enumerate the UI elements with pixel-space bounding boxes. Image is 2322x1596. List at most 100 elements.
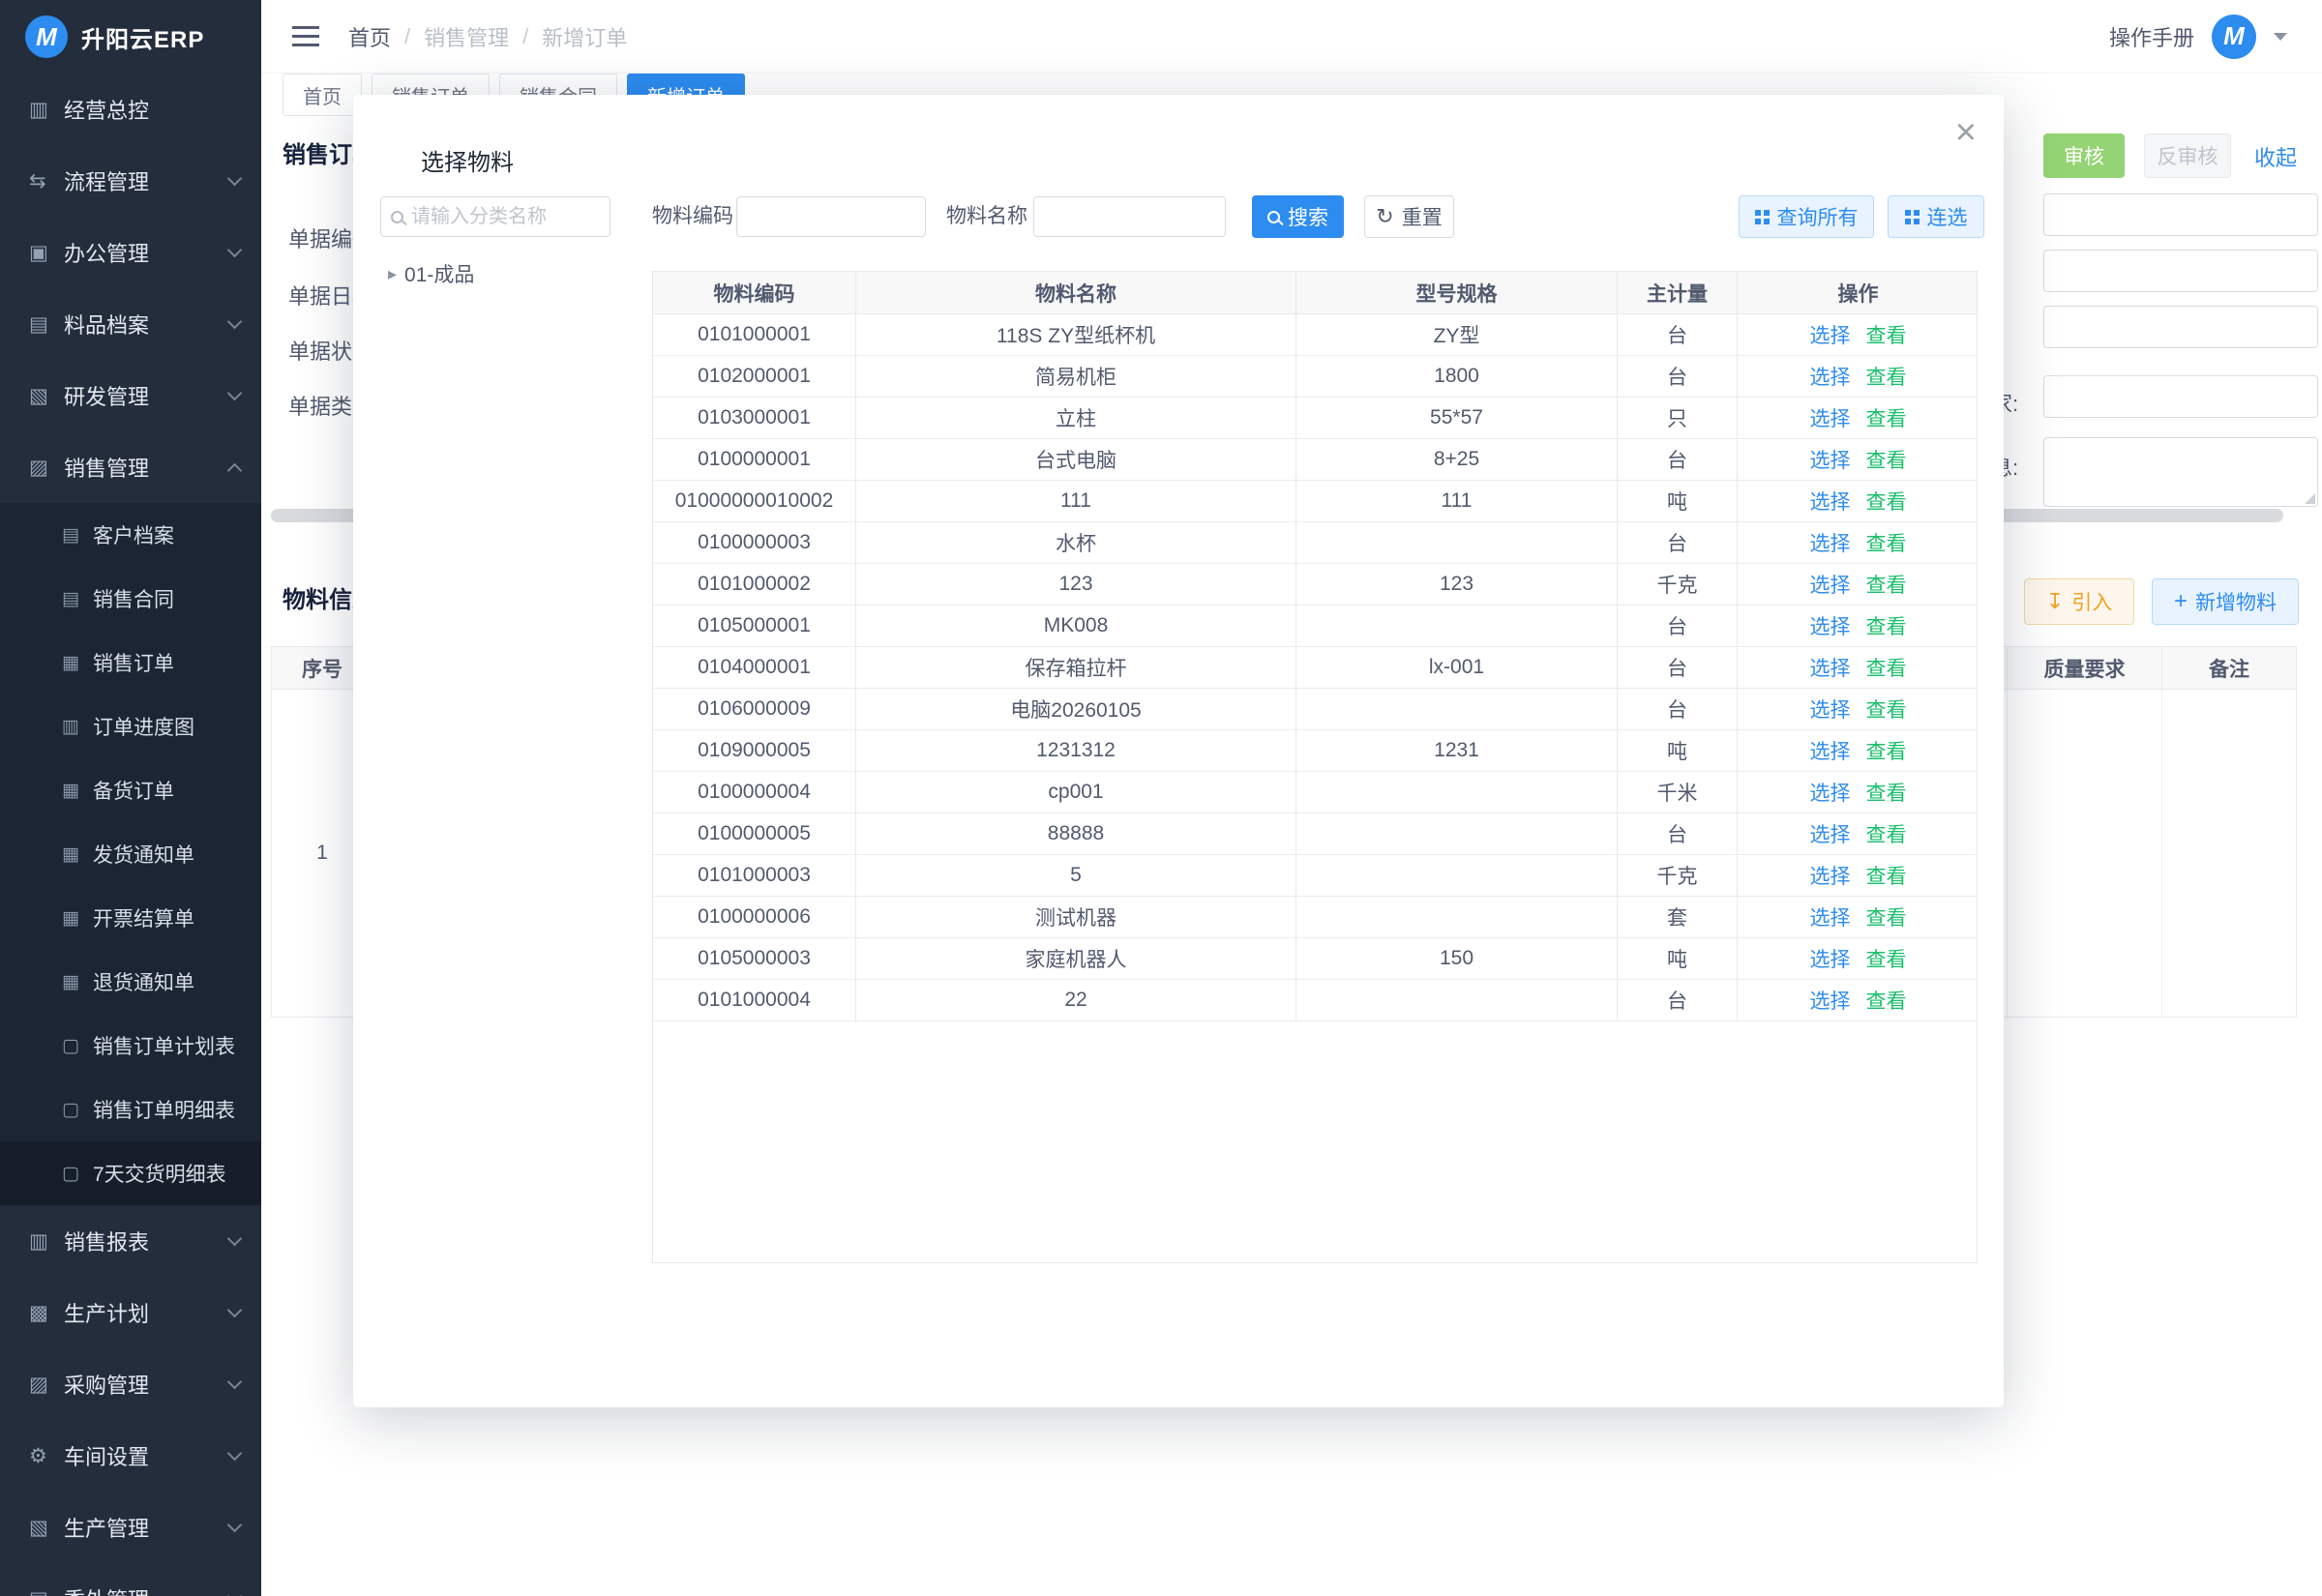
select-link[interactable]: 选择: [1810, 445, 1851, 474]
resize-handle-icon[interactable]: [2305, 493, 2315, 504]
user-avatar[interactable]: M: [2212, 15, 2256, 59]
office-icon: ▣: [29, 241, 64, 265]
select-link[interactable]: 选择: [1810, 944, 1851, 973]
sidebar-item[interactable]: ▤客户档案: [0, 503, 261, 567]
material-name-cell: MK008: [856, 606, 1296, 646]
sidebar-item[interactable]: ▧研发管理: [0, 360, 261, 431]
tree-caret-icon[interactable]: ▸: [388, 264, 397, 284]
material-spec-cell: 55*57: [1296, 398, 1618, 438]
sidebar-item[interactable]: ▧生产管理: [0, 1492, 261, 1563]
order-field-input-1[interactable]: [2043, 193, 2318, 236]
view-link[interactable]: 查看: [1866, 736, 1907, 765]
category-search-field[interactable]: [411, 206, 600, 228]
select-link[interactable]: 选择: [1810, 695, 1851, 724]
search-button[interactable]: 搜索: [1252, 195, 1344, 238]
tree-node-finished-goods[interactable]: ▸ 01-成品: [388, 259, 474, 288]
select-link[interactable]: 选择: [1810, 320, 1851, 349]
select-link[interactable]: 选择: [1810, 778, 1851, 807]
sidebar-item[interactable]: ▤销售合同: [0, 567, 261, 631]
select-link[interactable]: 选择: [1810, 736, 1851, 765]
breadcrumb-home[interactable]: 首页: [348, 21, 391, 52]
query-all-button[interactable]: 查询所有: [1739, 195, 1874, 238]
view-link[interactable]: 查看: [1866, 986, 1907, 1015]
material-name-cell: 88888: [856, 813, 1296, 854]
material-spec-cell: 123: [1296, 564, 1618, 605]
menu-fold-icon[interactable]: [292, 26, 319, 47]
select-link[interactable]: 选择: [1810, 403, 1851, 432]
select-link[interactable]: 选择: [1810, 861, 1851, 890]
select-link[interactable]: 选择: [1810, 902, 1851, 931]
view-link[interactable]: 查看: [1866, 362, 1907, 391]
sidebar-item[interactable]: ▦退货通知单: [0, 950, 261, 1014]
view-link[interactable]: 查看: [1866, 320, 1907, 349]
close-icon[interactable]: ×: [1955, 114, 1977, 151]
view-link[interactable]: 查看: [1866, 819, 1907, 848]
view-link[interactable]: 查看: [1866, 611, 1907, 640]
collapse-link[interactable]: 收起: [2254, 141, 2297, 172]
import-button[interactable]: ↧ 引入: [2024, 578, 2134, 625]
sidebar-item[interactable]: ▦发货通知单: [0, 822, 261, 886]
sidebar-item[interactable]: ▢销售订单明细表: [0, 1078, 261, 1141]
sidebar-item[interactable]: ▥订单进度图: [0, 695, 261, 758]
sidebar-item-label: 开票结算单: [93, 903, 240, 932]
breadcrumb-sales[interactable]: 销售管理: [424, 21, 509, 52]
sidebar-item[interactable]: ▥经营总控: [0, 74, 261, 145]
order-field-input-2[interactable]: [2043, 250, 2318, 292]
select-link[interactable]: 选择: [1810, 611, 1851, 640]
category-search-input[interactable]: [380, 196, 610, 237]
sidebar-item[interactable]: ▨采购管理: [0, 1348, 261, 1420]
sidebar-item[interactable]: ▣办公管理: [0, 217, 261, 288]
sidebar-item-label: 销售订单计划表: [93, 1031, 240, 1060]
select-link[interactable]: 选择: [1810, 819, 1851, 848]
order-field-input-3[interactable]: [2043, 306, 2318, 348]
view-link[interactable]: 查看: [1866, 528, 1907, 557]
chevron-down-icon[interactable]: [2274, 33, 2287, 41]
sidebar-item[interactable]: ⚙车间设置: [0, 1420, 261, 1492]
sidebar-item[interactable]: ▤委外管理: [0, 1563, 261, 1596]
select-link[interactable]: 选择: [1810, 986, 1851, 1015]
sidebar-item[interactable]: ▨销售管理: [0, 431, 261, 503]
reset-button[interactable]: ↻ 重置: [1364, 195, 1454, 238]
material-code-input[interactable]: [736, 196, 926, 237]
remark-textarea[interactable]: [2043, 437, 2318, 507]
breadcrumb-separator: /: [404, 24, 410, 49]
unaudit-button[interactable]: 反审核: [2144, 133, 2231, 178]
sidebar-item[interactable]: ▦备货订单: [0, 758, 261, 822]
sidebar-item[interactable]: ⇆流程管理: [0, 145, 261, 217]
sidebar-item[interactable]: ▥销售报表: [0, 1205, 261, 1277]
select-link[interactable]: 选择: [1810, 653, 1851, 682]
add-material-button[interactable]: + 新增物料: [2152, 578, 2299, 625]
material-code-cell: 0100000006: [653, 897, 856, 937]
view-link[interactable]: 查看: [1866, 487, 1907, 516]
vendor-input[interactable]: [2043, 375, 2318, 418]
sidebar-item[interactable]: ▦开票结算单: [0, 886, 261, 950]
actions-cell: 选择查看: [1738, 564, 1978, 605]
view-link[interactable]: 查看: [1866, 902, 1907, 931]
select-link[interactable]: 选择: [1810, 570, 1851, 599]
operation-manual-link[interactable]: 操作手册: [2109, 21, 2194, 52]
view-link[interactable]: 查看: [1866, 445, 1907, 474]
tab[interactable]: 首页: [283, 74, 362, 116]
select-link[interactable]: 选择: [1810, 528, 1851, 557]
sidebar-item[interactable]: ▤料品档案: [0, 288, 261, 360]
view-link[interactable]: 查看: [1866, 778, 1907, 807]
view-link[interactable]: 查看: [1866, 861, 1907, 890]
select-link[interactable]: 选择: [1810, 362, 1851, 391]
view-link[interactable]: 查看: [1866, 944, 1907, 973]
material-code-cell: 0100000005: [653, 813, 856, 854]
chevron-down-icon: [227, 385, 243, 400]
select-link[interactable]: 选择: [1810, 487, 1851, 516]
sidebar-item[interactable]: ▦销售订单: [0, 631, 261, 695]
sidebar-item[interactable]: ▩生产计划: [0, 1277, 261, 1348]
sidebar-item[interactable]: ▢销售订单计划表: [0, 1014, 261, 1078]
view-link[interactable]: 查看: [1866, 695, 1907, 724]
view-link[interactable]: 查看: [1866, 570, 1907, 599]
audit-button[interactable]: 审核: [2043, 133, 2125, 178]
sidebar-item-label: 销售订单: [93, 648, 240, 677]
material-unit-cell: 台: [1618, 439, 1738, 480]
multi-select-button[interactable]: 连选: [1888, 195, 1984, 238]
view-link[interactable]: 查看: [1866, 403, 1907, 432]
view-link[interactable]: 查看: [1866, 653, 1907, 682]
sidebar-item[interactable]: ▢7天交货明细表: [0, 1141, 261, 1205]
material-name-input[interactable]: [1033, 196, 1226, 237]
